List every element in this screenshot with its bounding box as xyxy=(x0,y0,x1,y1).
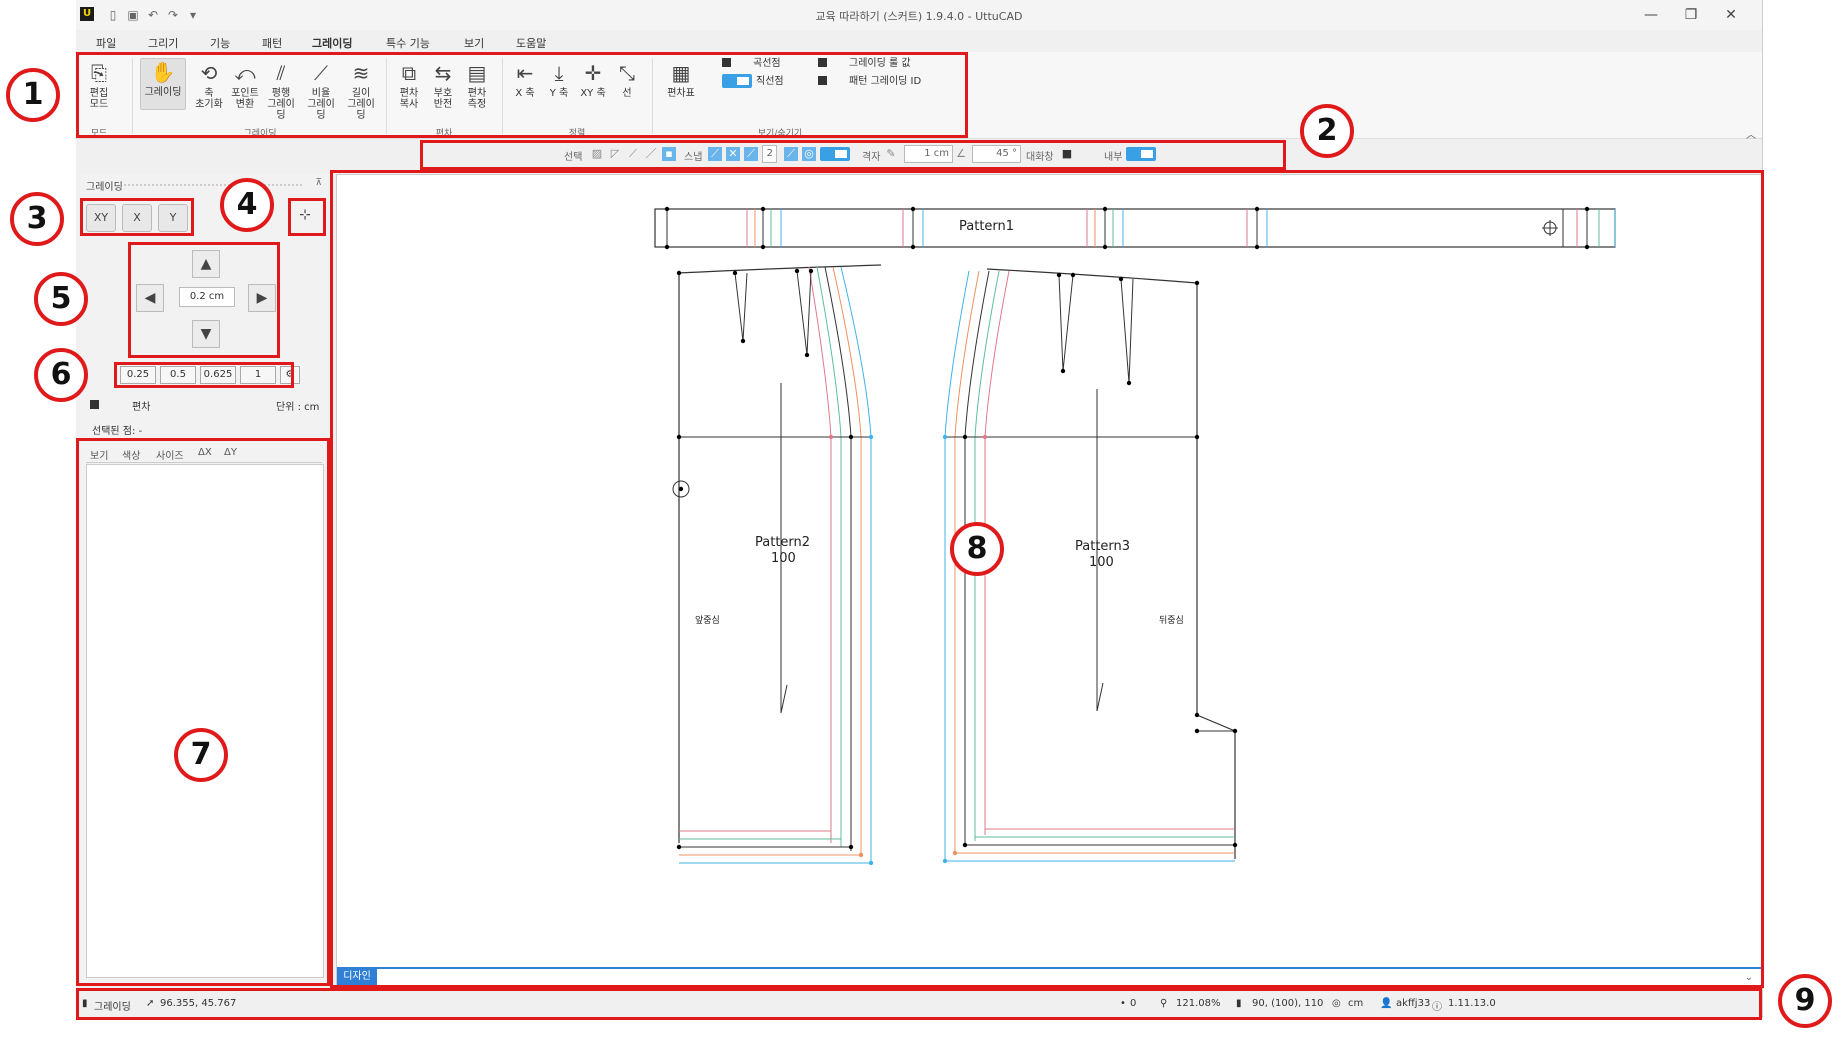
minimize-button[interactable]: — xyxy=(1634,4,1668,26)
annotation-box-origin xyxy=(288,198,326,236)
annotation-box-toolbar xyxy=(420,140,1286,170)
menu-draw[interactable]: 그리기 xyxy=(148,35,178,51)
annotation-3: 3 xyxy=(10,192,64,246)
deviation-checkbox[interactable] xyxy=(90,400,99,409)
restore-button[interactable]: ❐ xyxy=(1674,4,1708,26)
menu-function[interactable]: 기능 xyxy=(210,35,230,51)
collapse-ribbon-icon[interactable]: ︿ xyxy=(1746,126,1756,141)
panel-pin-icon[interactable]: ⊼ xyxy=(315,178,322,188)
menu-pattern[interactable]: 패턴 xyxy=(262,35,282,51)
menu-bar: 파일 그리기 기능 패턴 그레이딩 특수 기능 보기 도움말 xyxy=(76,30,1762,52)
annotation-box-axis-buttons xyxy=(80,198,194,236)
annotation-2: 2 xyxy=(1300,104,1354,158)
close-button[interactable]: ✕ xyxy=(1714,4,1748,26)
menu-grading[interactable]: 그레이딩 xyxy=(312,35,352,51)
window-title: 교육 따라하기 (스커트) 1.9.4.0 - UttuCAD xyxy=(815,10,1023,23)
title-bar: U ▯ ▣ ↶ ↷ ▾ 교육 따라하기 (스커트) 1.9.4.0 - Uttu… xyxy=(76,0,1762,30)
annotation-7: 7 xyxy=(174,728,228,782)
unit-label: 단위 : cm xyxy=(276,402,320,413)
deviation-label: 편차 xyxy=(132,402,151,413)
annotation-box-canvas xyxy=(330,170,1764,988)
annotation-6: 6 xyxy=(34,348,88,402)
annotation-box-ribbon xyxy=(76,52,968,138)
selected-point-label: 선택된 점: - xyxy=(92,426,143,437)
annotation-box-table xyxy=(76,438,330,986)
panel-title-rule xyxy=(124,184,302,186)
menu-help[interactable]: 도움말 xyxy=(516,35,546,51)
annotation-1: 1 xyxy=(6,68,60,122)
annotation-5: 5 xyxy=(34,272,88,326)
annotation-8: 8 xyxy=(950,522,1004,576)
annotation-box-status xyxy=(76,988,1762,1020)
annotation-box-presets xyxy=(114,362,294,388)
menu-special[interactable]: 특수 기능 xyxy=(386,35,430,51)
menu-file[interactable]: 파일 xyxy=(96,35,116,51)
annotation-4: 4 xyxy=(220,178,274,232)
panel-title: 그레이딩 xyxy=(86,182,123,193)
annotation-box-arrows xyxy=(128,242,280,358)
annotation-9: 9 xyxy=(1778,974,1832,1028)
menu-view[interactable]: 보기 xyxy=(464,35,484,51)
